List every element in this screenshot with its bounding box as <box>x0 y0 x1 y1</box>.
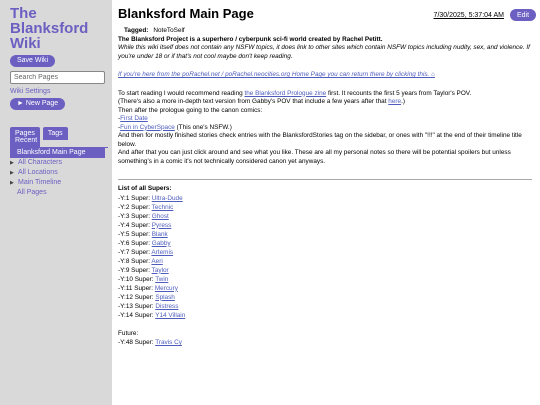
super-link[interactable]: Aeri <box>151 258 162 265</box>
tree-item-main-page[interactable]: Blanksford Main Page <box>10 148 105 158</box>
tree-item-label: All Characters <box>18 159 62 166</box>
main-content: Blanksford Main Page 7/30/2025, 5:37:04 … <box>112 0 540 405</box>
tree-item-main-timeline[interactable]: ▶ Main Timeline <box>10 178 108 188</box>
new-page-button[interactable]: ► New Page <box>10 98 66 110</box>
super-row: -Y:2 Super: Technic <box>118 203 532 212</box>
super-year-label: -Y:9 Super: <box>118 266 152 274</box>
super-link[interactable]: Distress <box>155 303 178 310</box>
divider <box>118 179 532 180</box>
super-year-label: -Y:7 Super: <box>118 248 152 256</box>
super-link[interactable]: Artemis <box>151 249 173 256</box>
super-row: -Y:6 Super: Gabby <box>118 239 532 248</box>
super-link[interactable]: Blank <box>152 231 168 238</box>
super-year-label: -Y:2 Super: <box>118 203 152 211</box>
supers-list: -Y:1 Super: Ultra-Dude -Y:2 Super: Techni… <box>118 194 532 320</box>
text: (There's also a more in-depth text versi… <box>118 98 389 105</box>
super-row: -Y:11 Super: Mercury <box>118 284 532 293</box>
super-link[interactable]: Ghost <box>152 213 169 220</box>
super-link[interactable]: Splash <box>155 294 175 301</box>
fun-in-cyberspace-link[interactable]: Fun in CyberSpace <box>120 124 175 131</box>
super-link[interactable]: Y14 Villain <box>155 312 185 319</box>
super-year-label: -Y:13 Super: <box>118 302 156 310</box>
tree-item-all-characters[interactable]: ▶ All Characters <box>10 158 108 168</box>
super-year-label: -Y:10 Super: <box>118 275 156 283</box>
comic-item: -Fun in CyberSpace (This one's NSFW.) <box>118 124 532 133</box>
future-heading: Future: <box>118 329 139 337</box>
page-title: Blanksford Main Page <box>118 6 254 21</box>
tree-item-all-pages[interactable]: All Pages <box>10 188 108 198</box>
tag-notetoself[interactable]: NoteToSelf <box>153 27 184 34</box>
super-row: -Y:48 Super: Travis Cy <box>118 338 532 347</box>
comic-item: -First Date <box>118 115 532 124</box>
text: (This one's NSFW.) <box>174 123 232 131</box>
super-year-label: -Y:6 Super: <box>118 239 152 247</box>
super-row: -Y:7 Super: Artemis <box>118 248 532 257</box>
caret-right-icon[interactable]: ▶ <box>10 158 16 168</box>
super-row: -Y:3 Super: Ghost <box>118 212 532 221</box>
super-row: -Y:13 Super: Distress <box>118 302 532 311</box>
caret-right-icon[interactable]: ▶ <box>10 178 16 188</box>
intro-text: The Blanksford Project is a superhero / … <box>118 35 383 43</box>
paragraph-spoilers: And after that you can just click around… <box>118 149 511 165</box>
super-row: -Y:14 Super: Y14 Villain <box>118 311 532 320</box>
future-list: -Y:48 Super: Travis Cy <box>118 338 532 347</box>
super-link[interactable]: Twin <box>155 276 168 283</box>
super-link[interactable]: Travis Cy <box>155 339 182 346</box>
paragraph-stories: And then for mostly finished stories che… <box>118 132 522 148</box>
caret-right-icon[interactable]: ▶ <box>10 168 16 178</box>
text: .) <box>401 98 405 105</box>
nsfw-note: While this wiki itself does not contain … <box>118 44 530 60</box>
page-tree: Blanksford Main Page ▶ All Characters ▶ Al… <box>10 147 108 198</box>
tab-tags[interactable]: Tags <box>42 127 68 140</box>
tab-recent[interactable]: Recent <box>10 135 40 147</box>
super-year-label: -Y:1 Super: <box>118 194 152 202</box>
super-link[interactable]: Gabby <box>152 240 171 247</box>
super-row: -Y:5 Super: Blank <box>118 230 532 239</box>
super-year-label: -Y:4 Super: <box>118 221 152 229</box>
save-wiki-button[interactable]: Save Wiki <box>10 55 56 67</box>
wiki-title: The Blanksford Wiki <box>10 5 89 52</box>
text: To start reading I would recommend readi… <box>118 89 245 97</box>
super-year-label: -Y:3 Super: <box>118 212 152 220</box>
modified-timestamp[interactable]: 7/30/2025, 5:37:04 AM <box>434 12 504 19</box>
supers-heading: List of all Supers: <box>118 185 172 192</box>
super-year-label: -Y:8 Super: <box>118 257 152 265</box>
tree-item-all-locations[interactable]: ▶ All Locations <box>10 168 108 178</box>
super-year-label: -Y:12 Super: <box>118 293 156 301</box>
tree-item-label: All Locations <box>18 169 58 176</box>
paragraph-gabby-pov: (There's also a more in-depth text versi… <box>118 98 532 107</box>
here-link[interactable]: here <box>388 98 401 105</box>
super-link[interactable]: Pyress <box>152 222 172 229</box>
wiki-settings-link[interactable]: Wiki Settings <box>10 88 112 95</box>
tagged-label: Tagged: <box>124 27 149 34</box>
edit-button[interactable]: Edit <box>510 9 536 21</box>
tree-item-label: Main Timeline <box>18 179 62 186</box>
super-row: -Y:9 Super: Taylor <box>118 266 532 275</box>
super-row: -Y:12 Super: Splash <box>118 293 532 302</box>
super-year-label: -Y:5 Super: <box>118 230 152 238</box>
super-year-label: -Y:11 Super: <box>118 284 155 292</box>
text: first. It recounts the first 5 years fro… <box>326 89 472 97</box>
super-row: -Y:1 Super: Ultra-Dude <box>118 194 532 203</box>
super-row: -Y:10 Super: Twin <box>118 275 532 284</box>
first-date-link[interactable]: First Date <box>120 115 148 122</box>
sidebar: The Blanksford Wiki Save Wiki Wiki Setti… <box>0 0 112 405</box>
paragraph-prologue: To start reading I would recommend readi… <box>118 90 532 99</box>
prologue-zine-link[interactable]: the Blanksford Prologue zine <box>244 90 326 97</box>
super-link[interactable]: Technic <box>152 204 174 211</box>
super-link[interactable]: Taylor <box>152 267 169 274</box>
page-body: Tagged: NoteToSelf The Blanksford Project… <box>118 27 532 347</box>
super-year-label: -Y:14 Super: <box>118 311 156 319</box>
paragraph-canon-comics: Then after the prologue going to the can… <box>118 106 263 114</box>
sidebar-tabs: Pages Tags <box>10 122 112 140</box>
super-year-label: -Y:48 Super: <box>118 339 156 346</box>
super-link[interactable]: Mercury <box>155 285 178 292</box>
return-home-link[interactable]: If you're here from the poRachel.net / p… <box>118 71 532 80</box>
tag-line: Tagged: NoteToSelf <box>118 27 532 36</box>
search-input[interactable] <box>10 71 105 84</box>
super-link[interactable]: Ultra-Dude <box>152 195 183 202</box>
super-row: -Y:4 Super: Pyress <box>118 221 532 230</box>
super-row: -Y:8 Super: Aeri <box>118 257 532 266</box>
